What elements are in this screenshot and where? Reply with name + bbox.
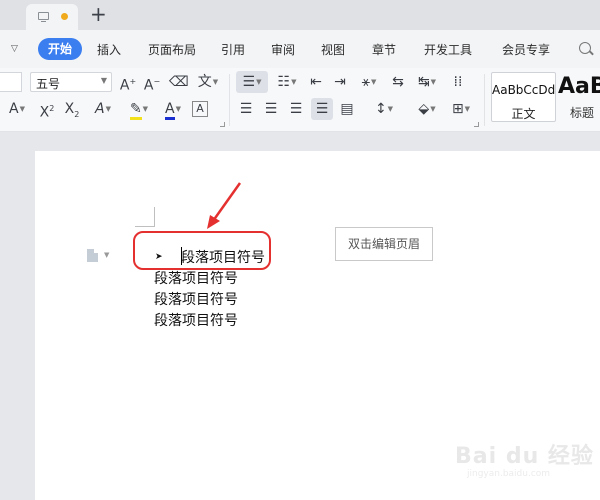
paragraph-handle-icon[interactable]	[87, 249, 98, 262]
sort-icon[interactable]: ↹▼	[412, 71, 442, 93]
style-normal-sample: AaBbCcDd	[492, 83, 556, 97]
font-name-dropdown[interactable]	[0, 72, 22, 92]
grow-font-icon[interactable]: A+	[119, 71, 137, 94]
paragraph-line[interactable]: 段落项目符号	[154, 289, 238, 309]
paragraph-line[interactable]: 段落项目符号	[154, 268, 238, 288]
document-page[interactable]: ▼ 双击编辑页眉 ➤ 段落项目符号 段落项目符号 段落项目符号 段落项目符号 B…	[35, 151, 600, 500]
font-color-icon[interactable]: A▼	[158, 98, 188, 120]
tab-developer-tools[interactable]: 开发工具	[424, 41, 472, 58]
red-highlight-annotation	[133, 231, 271, 270]
justify-icon[interactable]: ☰	[311, 98, 333, 120]
collapse-menu-chevron-icon[interactable]: ▽	[11, 44, 18, 54]
subscript-icon[interactable]: X2	[63, 98, 81, 120]
paragraph-dialog-launcher-icon[interactable]	[474, 122, 479, 127]
document-tab[interactable]	[26, 4, 78, 30]
baidu-watermark-logo: Bai du 经验	[455, 444, 594, 469]
chinese-layout-icon[interactable]: ⚹▼	[354, 71, 384, 93]
align-left-icon[interactable]: ☰	[236, 98, 256, 120]
phonetic-guide-icon[interactable]: 文▼	[193, 71, 223, 93]
tab-review[interactable]: 审阅	[271, 41, 295, 58]
red-arrow-annotation-icon	[207, 182, 242, 229]
font-dialog-launcher-icon[interactable]	[220, 122, 225, 127]
increase-indent-icon[interactable]: ⇥	[330, 71, 350, 93]
superscript-icon[interactable]: X2	[38, 98, 56, 121]
tab-bar: +	[0, 0, 600, 30]
numbered-list-icon[interactable]: ☷▼	[271, 71, 303, 93]
shrink-font-icon[interactable]: A−	[143, 71, 161, 94]
show-marks-icon[interactable]: ⁞⁞	[446, 71, 470, 93]
baidu-watermark-url: jingyan.baidu.com	[467, 469, 551, 479]
tab-home[interactable]: 开始	[38, 38, 83, 60]
shading-fill-icon[interactable]: ⬙▼	[412, 98, 442, 120]
text-direction-icon[interactable]: ⇆	[388, 71, 408, 93]
style-normal-label: 正文	[511, 107, 536, 121]
ribbon-divider	[229, 74, 230, 126]
margin-corner-marker	[135, 207, 155, 227]
character-border-icon[interactable]: A	[192, 101, 208, 117]
bullet-list-icon[interactable]: ☰▼	[236, 71, 268, 93]
monitor-icon	[38, 12, 49, 22]
style-normal[interactable]: AaBbCcDd 正文	[491, 72, 556, 122]
font-size-dropdown[interactable]: 五号 ▼	[30, 72, 112, 92]
style-heading-sample[interactable]: AaB	[558, 74, 600, 99]
edit-header-button[interactable]: 双击编辑页眉	[335, 227, 433, 261]
align-center-icon[interactable]: ☰	[261, 98, 281, 120]
text-outline-icon[interactable]: A▼	[88, 98, 118, 120]
borders-icon[interactable]: ⊞▼	[446, 98, 476, 120]
distributed-align-icon[interactable]: ▤	[337, 98, 357, 120]
text-effect-icon[interactable]: A▼	[2, 98, 32, 120]
document-canvas: ▼ 双击编辑页眉 ➤ 段落项目符号 段落项目符号 段落项目符号 段落项目符号 B…	[0, 133, 600, 500]
ribbon-toolbar: 五号 ▼ A+ A− ⌫ 文▼ A▼ X2 X2 A▼ ✎▼ A▼ A ☰▼ ☷…	[0, 68, 600, 132]
new-tab-plus-icon[interactable]: +	[90, 4, 107, 24]
align-right-icon[interactable]: ☰	[286, 98, 306, 120]
paragraph-line[interactable]: 段落项目符号	[154, 310, 238, 330]
unsaved-indicator-icon	[61, 13, 68, 20]
line-spacing-icon[interactable]: ↕▼	[369, 98, 399, 120]
tab-references[interactable]: 引用	[221, 41, 245, 58]
decrease-indent-icon[interactable]: ⇤	[306, 71, 326, 93]
font-size-value: 五号	[36, 77, 61, 91]
tab-chapter[interactable]: 章节	[372, 41, 396, 58]
search-icon[interactable]	[579, 42, 591, 54]
tab-member[interactable]: 会员专享	[502, 41, 550, 58]
menu-bar: ▽ 开始 插入 页面布局 引用 审阅 视图 章节 开发工具 会员专享	[0, 30, 600, 68]
ribbon-divider	[484, 74, 485, 126]
chevron-down-icon[interactable]: ▼	[104, 251, 109, 259]
chevron-down-icon: ▼	[100, 76, 107, 85]
tab-page-layout[interactable]: 页面布局	[148, 41, 196, 58]
highlight-pen-icon[interactable]: ✎▼	[124, 98, 154, 120]
style-heading-label[interactable]: 标题	[570, 104, 594, 121]
clear-format-eraser-icon[interactable]: ⌫	[169, 71, 189, 93]
tab-view[interactable]: 视图	[321, 41, 345, 58]
tab-insert[interactable]: 插入	[97, 41, 121, 58]
